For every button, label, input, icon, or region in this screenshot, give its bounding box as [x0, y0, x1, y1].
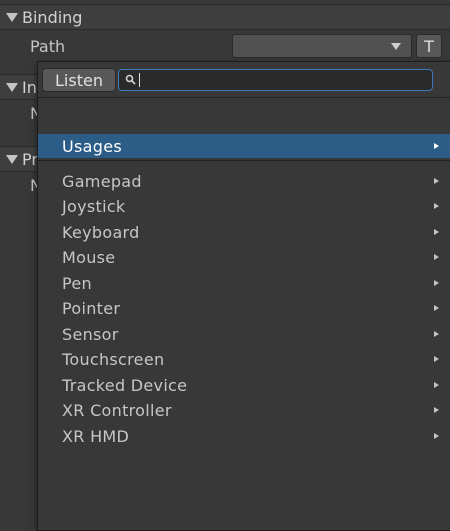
control-path-picker-popup: Listen Usages Gamepad Joystick Keyboard … [37, 61, 450, 531]
binding-section-header[interactable]: Binding [0, 4, 450, 30]
menu-item-label: XR Controller [62, 400, 172, 420]
search-icon [125, 74, 136, 85]
menu-item[interactable]: XR Controller [38, 398, 450, 422]
menu-item-usages[interactable]: Usages [38, 134, 450, 158]
submenu-arrow-icon [434, 229, 439, 235]
submenu-arrow-icon [434, 356, 439, 362]
menu-item-label: Joystick [62, 196, 126, 216]
menu-item-label: Gamepad [62, 171, 142, 191]
submenu-arrow-icon [434, 433, 439, 439]
toolbar-separator [38, 97, 450, 98]
menu-item[interactable]: Gamepad [38, 169, 450, 193]
menu-item-label: Sensor [62, 324, 119, 344]
submenu-arrow-icon [434, 254, 439, 260]
menu-item[interactable]: Joystick [38, 194, 450, 218]
menu-item-label: Tracked Device [62, 375, 188, 395]
interactions-section-title: In [22, 77, 37, 97]
foldout-expanded-icon[interactable] [6, 12, 18, 22]
submenu-arrow-icon [434, 305, 439, 311]
foldout-expanded-icon[interactable] [6, 82, 18, 92]
menu-item-label: Mouse [62, 247, 116, 267]
menu-item[interactable]: Sensor [38, 322, 450, 346]
menu-item[interactable]: Keyboard [38, 220, 450, 244]
menu-item[interactable]: Tracked Device [38, 373, 450, 397]
menu-item[interactable]: Pointer [38, 296, 450, 320]
search-field[interactable] [118, 69, 433, 92]
text-mode-button[interactable]: T [416, 34, 442, 58]
text-caret [139, 73, 140, 87]
chevron-down-icon [391, 43, 401, 50]
menu-item[interactable]: Mouse [38, 245, 450, 269]
menu-item[interactable]: Pen [38, 271, 450, 295]
foldout-expanded-icon[interactable] [6, 154, 18, 164]
menu-item-label: XR HMD [62, 426, 130, 446]
menu-separator [38, 160, 450, 161]
menu-item-label: Touchscreen [62, 349, 165, 369]
path-label: Path [30, 36, 66, 56]
path-dropdown[interactable] [232, 34, 412, 58]
submenu-arrow-icon [434, 382, 439, 388]
binding-section-title: Binding [22, 7, 83, 27]
processors-section-title: Pr [22, 149, 38, 169]
menu-item-label: Pen [62, 273, 92, 293]
submenu-arrow-icon [434, 203, 439, 209]
submenu-arrow-icon [434, 280, 439, 286]
search-input[interactable] [141, 70, 425, 92]
menu-item[interactable]: Touchscreen [38, 347, 450, 371]
submenu-arrow-icon [434, 178, 439, 184]
submenu-arrow-icon [434, 407, 439, 413]
listen-button[interactable]: Listen [42, 68, 116, 92]
submenu-arrow-icon [434, 331, 439, 337]
menu-item-label: Usages [62, 136, 122, 156]
menu-item[interactable]: XR HMD [38, 424, 450, 448]
menu-item-label: Keyboard [62, 222, 140, 242]
submenu-arrow-icon [434, 143, 439, 149]
menu-item-label: Pointer [62, 298, 121, 318]
